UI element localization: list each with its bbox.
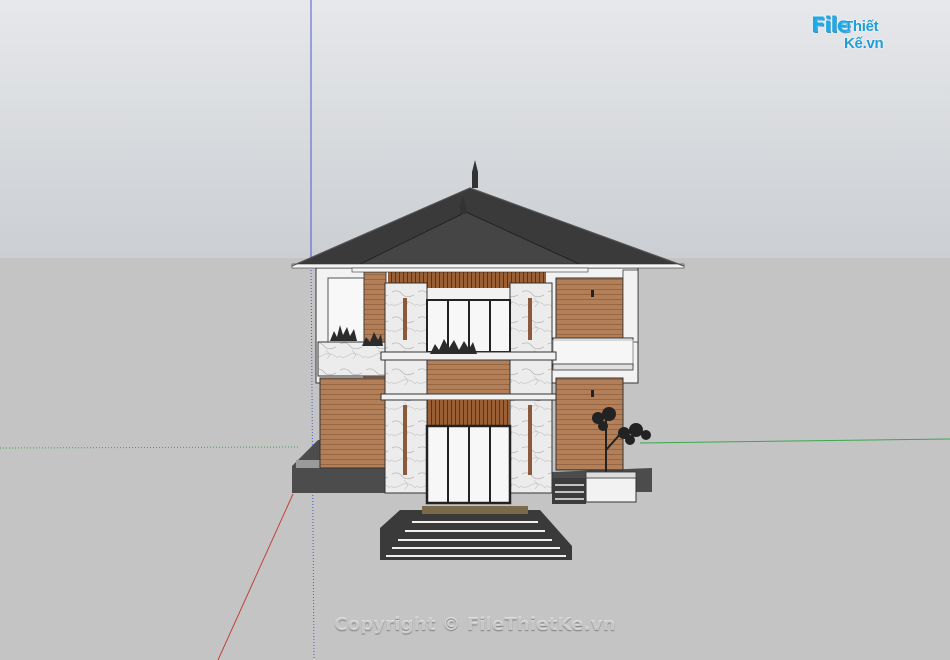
pillar-left-slot-lower xyxy=(403,405,407,475)
balcony-left xyxy=(317,341,389,377)
filethietke-logo: File Thiết Kế.vn xyxy=(811,10,921,52)
wall-lamp-lower xyxy=(591,390,594,397)
wall-lamp xyxy=(591,290,594,297)
balcony-right xyxy=(552,337,634,367)
front-steps xyxy=(380,506,572,560)
sketchup-viewport xyxy=(0,0,950,660)
eave-front xyxy=(351,267,589,273)
lower-wood-right xyxy=(555,377,624,471)
planter xyxy=(585,475,637,503)
upper-wood-right xyxy=(555,277,624,339)
logo-brand-text: Thiết Kế.vn xyxy=(844,18,884,52)
balcony-right-slab xyxy=(552,363,634,371)
copyright-watermark: Copyright © FileThietKe.vn xyxy=(334,614,616,635)
pillar-right-slot-upper xyxy=(528,298,532,340)
mid-wood-panel xyxy=(426,359,511,397)
lower-wood-left xyxy=(319,377,387,469)
side-steps xyxy=(552,478,586,504)
slat-band-lower xyxy=(427,400,510,426)
upper-right-frame xyxy=(622,269,639,343)
eave-main xyxy=(291,263,685,269)
pillar-right-slot-lower xyxy=(528,405,532,475)
lower-band xyxy=(380,393,557,401)
pillar-left-slot-upper xyxy=(403,298,407,340)
